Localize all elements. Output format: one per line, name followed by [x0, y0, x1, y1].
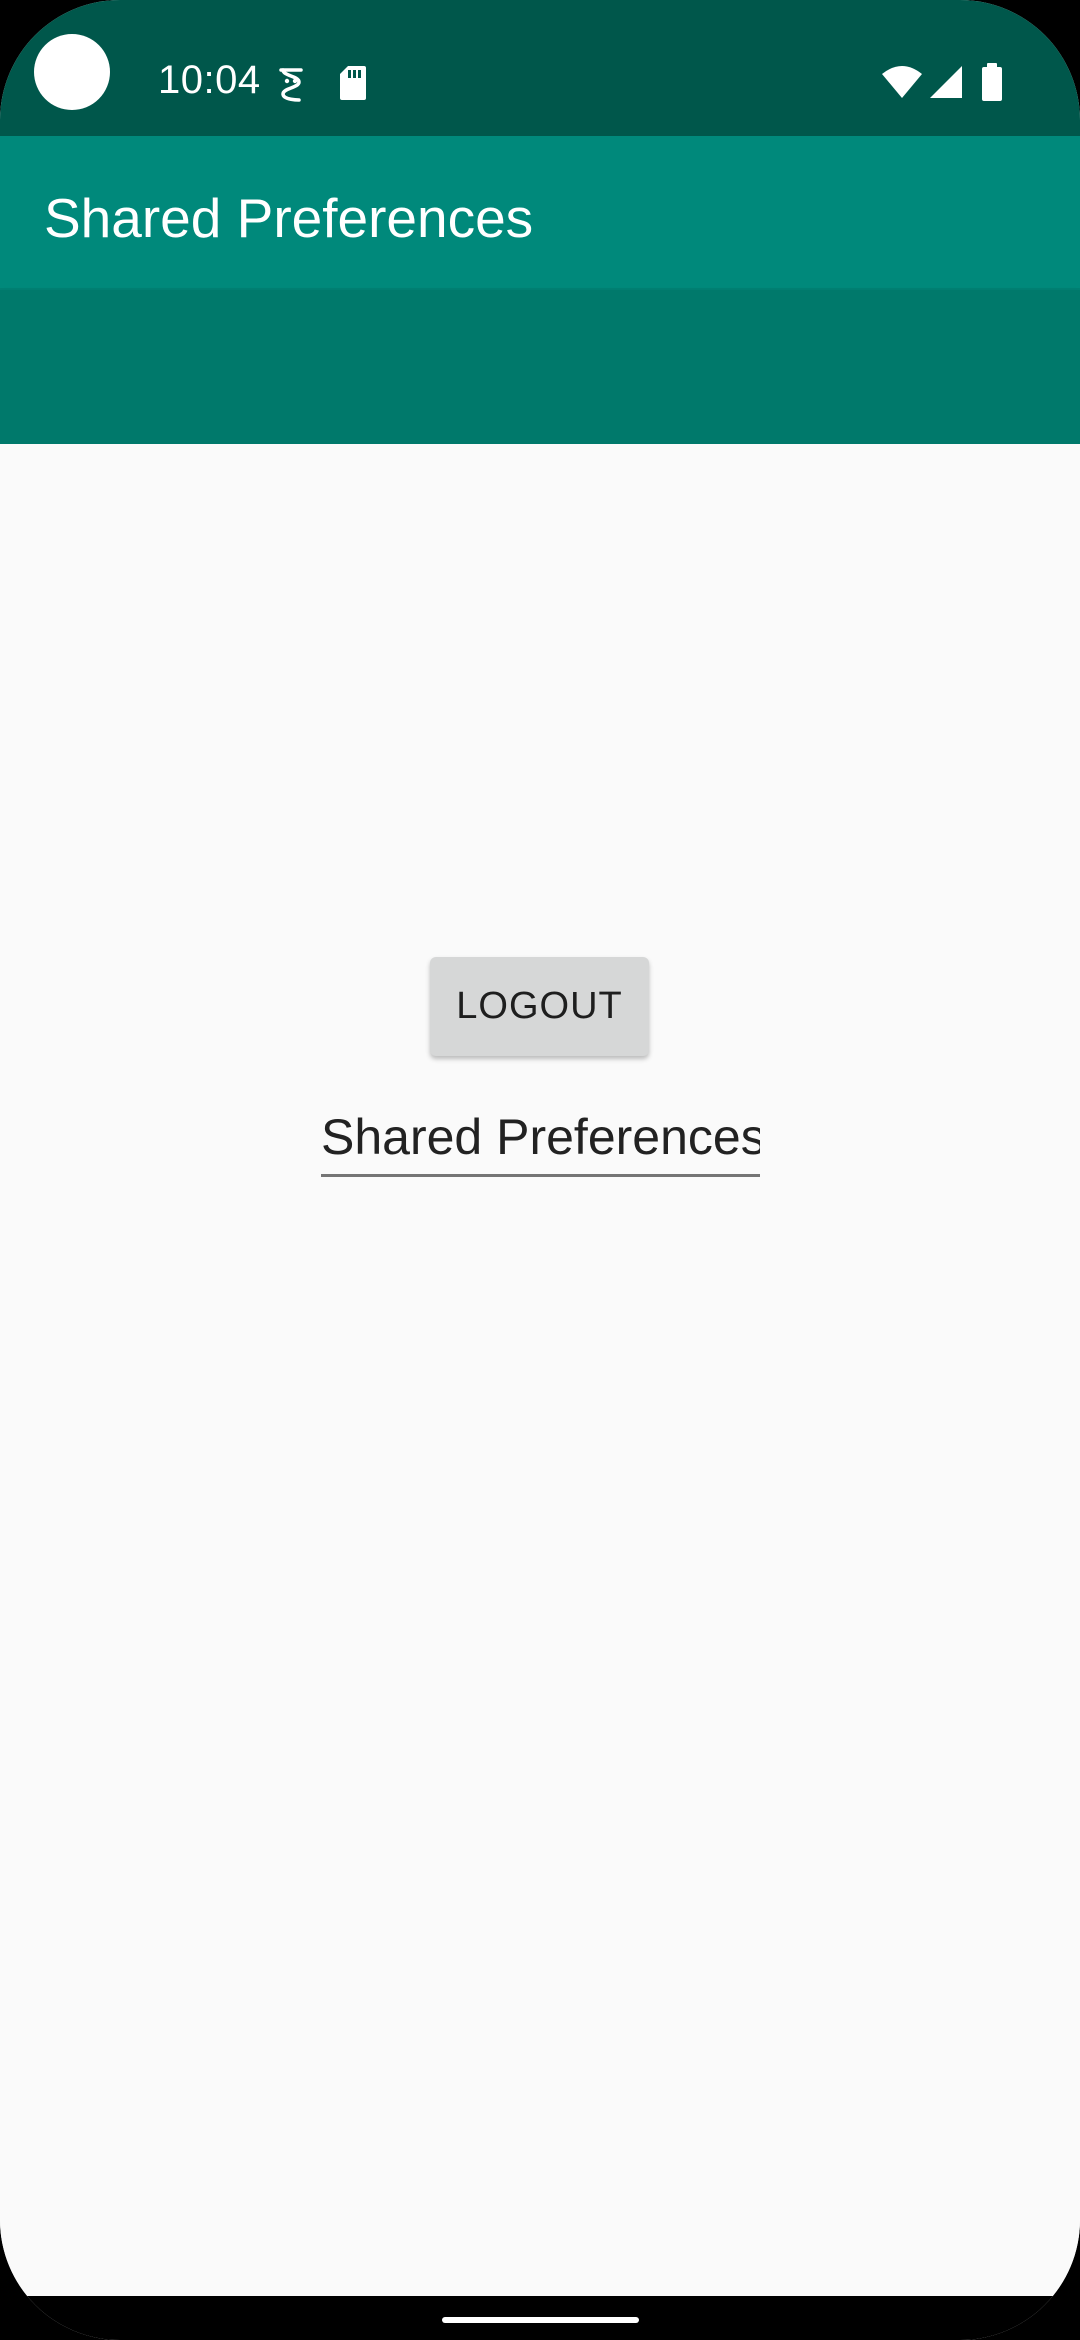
phone-screen: 10:04 Shared Preferences LOGOUT — [0, 0, 1080, 2340]
status-bar: 10:04 — [0, 0, 1080, 136]
debug-icon — [279, 68, 303, 102]
camera-cutout — [34, 34, 110, 110]
status-time: 10:04 — [158, 58, 261, 102]
page-title: Shared Preferences — [44, 187, 534, 249]
wifi-icon — [882, 66, 922, 98]
logout-button[interactable]: LOGOUT — [430, 957, 649, 1056]
sd-card-icon — [340, 66, 366, 100]
main-content — [0, 444, 1080, 2296]
signal-icon — [930, 66, 962, 98]
battery-icon — [982, 63, 1002, 101]
preferences-text-field[interactable] — [321, 1100, 760, 1177]
home-gesture-handle[interactable] — [442, 2317, 639, 2323]
app-bar-extension — [0, 290, 1080, 444]
